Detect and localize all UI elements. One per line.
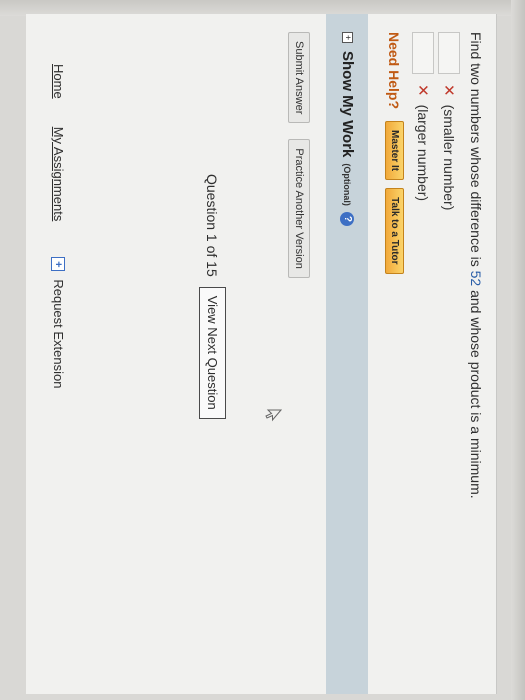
- request-extension-label[interactable]: Request Extension: [51, 279, 66, 388]
- view-next-question-button[interactable]: View Next Question: [199, 286, 226, 419]
- submit-row: Submit Answer Practice Another Version: [288, 32, 310, 294]
- request-extension-link[interactable]: + Request Extension: [51, 257, 66, 388]
- optional-label: (Optional): [342, 163, 353, 206]
- answer-row-smaller: ✕ (smaller number): [438, 32, 460, 210]
- smaller-number-input[interactable]: [438, 32, 460, 74]
- webassign-question-page: Find two numbers whose difference is 52 …: [0, 0, 525, 700]
- larger-number-input[interactable]: [412, 32, 434, 74]
- master-it-button[interactable]: Master It: [385, 121, 404, 181]
- answer-row-larger: ✕ (larger number): [412, 32, 434, 201]
- question-help-icon[interactable]: ?: [340, 211, 355, 226]
- submit-answer-button[interactable]: Submit Answer: [288, 32, 310, 124]
- show-my-work-toggle[interactable]: + Show My Work (Optional) ?: [339, 32, 356, 226]
- calendar-plus-icon: +: [51, 257, 66, 272]
- need-help-title: Need Help?: [386, 32, 403, 110]
- smaller-number-label: (smaller number): [441, 104, 457, 211]
- question-card: Find two numbers whose difference is 52 …: [26, 14, 497, 694]
- talk-to-tutor-button[interactable]: Talk to a Tutor: [385, 188, 404, 274]
- incorrect-x-icon: ✕: [440, 84, 457, 97]
- home-link[interactable]: Home: [51, 64, 66, 99]
- larger-number-label: (larger number): [415, 104, 431, 202]
- show-my-work-bar[interactable]: + Show My Work (Optional) ?: [326, 14, 368, 694]
- progress-row: Question 1 of 15 View Next Question: [199, 174, 226, 419]
- footer-links: Home My Assignments + Request Extension: [51, 64, 66, 388]
- question-number: 52: [468, 270, 484, 287]
- expand-plus-icon[interactable]: +: [342, 32, 353, 43]
- incorrect-x-icon: ✕: [414, 84, 431, 97]
- my-assignments-link[interactable]: My Assignments: [51, 127, 66, 222]
- practice-another-version-button[interactable]: Practice Another Version: [288, 139, 310, 278]
- show-my-work-label[interactable]: Show My Work: [339, 51, 356, 157]
- need-help-row: Need Help? Master It Talk to a Tutor: [385, 32, 404, 282]
- question-text: Find two numbers whose difference is 52 …: [468, 32, 484, 499]
- question-progress: Question 1 of 15: [204, 174, 221, 277]
- mouse-cursor-icon: [265, 409, 282, 422]
